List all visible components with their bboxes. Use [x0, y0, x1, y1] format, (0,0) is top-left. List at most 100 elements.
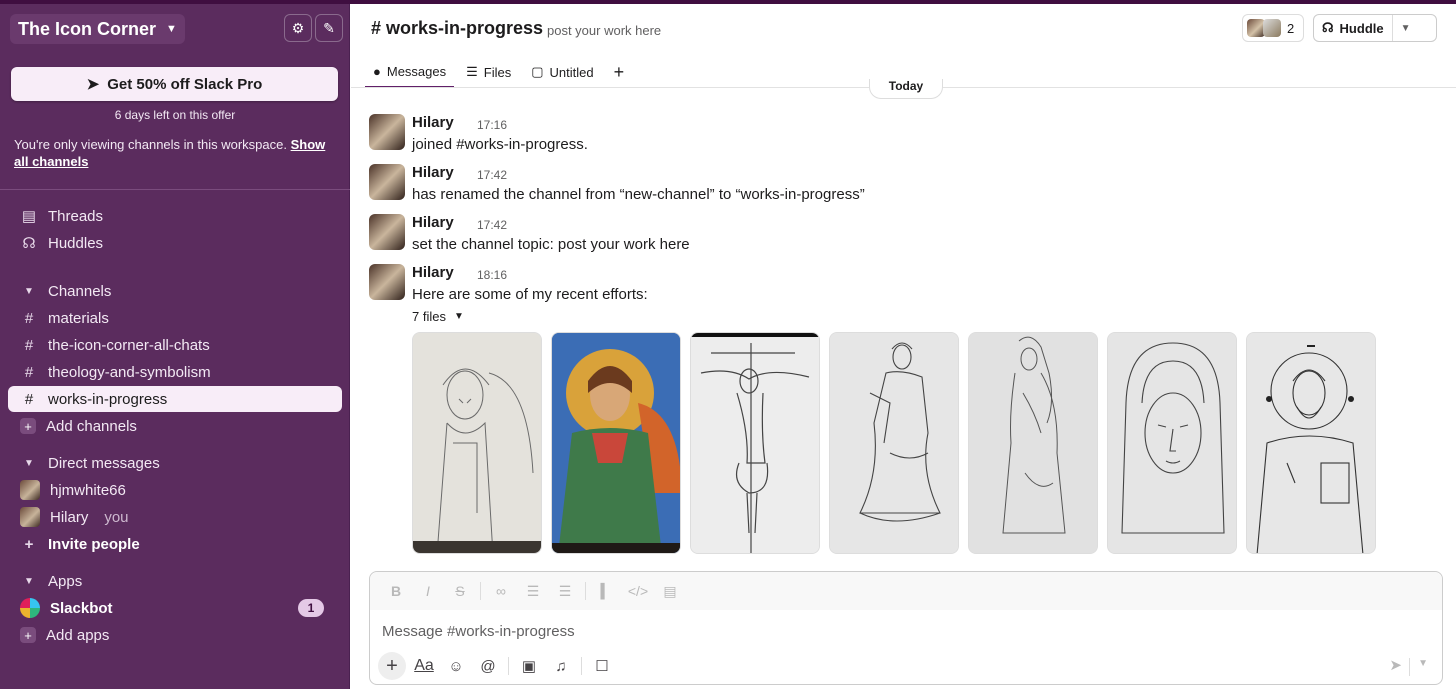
channel-name: theology-and-symbolism: [48, 363, 211, 381]
message-time[interactable]: 17:42: [477, 218, 507, 232]
huddle-button[interactable]: ☊ Huddle ▼: [1313, 14, 1437, 42]
message-author[interactable]: Hilary: [412, 214, 454, 231]
sidebar-divider: [0, 189, 350, 190]
channel-name: materials: [48, 309, 109, 327]
code-block-icon[interactable]: ▤: [656, 577, 684, 605]
file-thumbnail-virgin-standing-sketch[interactable]: [968, 332, 1098, 554]
file-thumbnail-virgin-face-sketch[interactable]: [1107, 332, 1237, 554]
chevron-down-icon[interactable]: ▼: [1418, 658, 1428, 669]
huddle-start[interactable]: ☊ Huddle: [1314, 15, 1393, 41]
add-apps-button[interactable]: + Add apps: [8, 622, 342, 648]
compose-icon: ✎: [323, 19, 335, 36]
microphone-icon[interactable]: ♫: [547, 652, 575, 680]
invite-label: Invite people: [48, 535, 140, 553]
sidebar-item-huddles[interactable]: ☊ Huddles: [8, 230, 342, 256]
sidebar-item-dm[interactable]: hjmwhite66: [8, 477, 342, 503]
sidebar-item-channel-active[interactable]: # works-in-progress: [8, 386, 342, 412]
plus-icon[interactable]: +: [378, 652, 406, 680]
blockquote-icon[interactable]: ▍: [592, 577, 620, 605]
bold-icon[interactable]: B: [382, 577, 410, 605]
avatar[interactable]: [369, 114, 405, 150]
message-author[interactable]: Hilary: [412, 114, 454, 131]
sidebar-item-threads[interactable]: ▤ Threads: [8, 203, 342, 229]
formatting-toolbar: B I S ∞ ☰ ☰ ▍ </> ▤: [370, 572, 1442, 610]
saint-sketch-image: [830, 333, 958, 553]
file-thumbnail-pantocrator-sketch[interactable]: [1246, 332, 1376, 554]
channel-name: works-in-progress: [48, 390, 168, 408]
hash-icon: #: [24, 363, 34, 381]
workspace-switcher[interactable]: The Icon Corner ▼: [10, 14, 185, 44]
file-thumbnail-crucifixion-sketch[interactable]: [690, 332, 820, 554]
huddle-label: Huddle: [1339, 20, 1384, 36]
promo-label: Get 50% off Slack Pro: [107, 75, 263, 93]
link-icon[interactable]: ∞: [487, 577, 515, 605]
video-icon[interactable]: ▣: [515, 652, 543, 680]
caret-down-icon: ▼: [24, 575, 34, 587]
message-author[interactable]: Hilary: [412, 264, 454, 281]
dm-you-label: you: [104, 508, 129, 526]
members-button[interactable]: 2: [1242, 14, 1304, 42]
member-count: 2: [1287, 20, 1295, 36]
ordered-list-icon[interactable]: ☰: [519, 577, 547, 605]
angel-sketch-image: [413, 333, 541, 553]
bulleted-list-icon[interactable]: ☰: [551, 577, 579, 605]
add-channels-button[interactable]: + Add channels: [8, 413, 342, 439]
tab-untitled[interactable]: ▢ Untitled: [523, 56, 601, 88]
sidebar-item-channel[interactable]: # the-icon-corner-all-chats: [8, 332, 342, 358]
avatar[interactable]: [369, 164, 405, 200]
sidebar-item-channel[interactable]: # materials: [8, 305, 342, 331]
invite-people-button[interactable]: + Invite people: [8, 531, 342, 557]
plus-icon: +: [613, 61, 625, 82]
avatar[interactable]: [369, 214, 405, 250]
send-icon[interactable]: ➤: [1389, 656, 1402, 674]
message-input[interactable]: [382, 620, 1422, 642]
file-thumbnail-saint-sketch[interactable]: [829, 332, 959, 554]
dms-section-header[interactable]: ▼ Direct messages: [8, 450, 342, 476]
caret-down-icon: ▼: [453, 311, 464, 322]
avatar[interactable]: [369, 264, 405, 300]
date-divider-today[interactable]: Today: [869, 79, 943, 99]
compose-button[interactable]: ✎: [315, 14, 343, 42]
channels-section-header[interactable]: ▼ Channels: [8, 278, 342, 304]
sidebar-item-slackbot[interactable]: Slackbot 1: [8, 595, 342, 621]
slack-pro-offer-button[interactable]: ➤ Get 50% off Slack Pro: [11, 67, 338, 101]
strikethrough-icon[interactable]: S: [446, 577, 474, 605]
crucifixion-sketch-image: [691, 333, 819, 553]
section-label: Direct messages: [48, 454, 160, 472]
message-time[interactable]: 18:16: [477, 268, 507, 282]
sidebar-item-channel[interactable]: # theology-and-symbolism: [8, 359, 342, 385]
sidebar-item-dm[interactable]: Hilary you: [8, 504, 342, 530]
avatar: [20, 507, 40, 527]
message-text: joined #works-in-progress.: [412, 136, 588, 153]
dm-name: Hilary: [50, 508, 89, 526]
apps-section-header[interactable]: ▼ Apps: [8, 568, 342, 594]
code-icon[interactable]: </>: [624, 577, 652, 605]
message-author[interactable]: Hilary: [412, 164, 454, 181]
message-time[interactable]: 17:16: [477, 118, 507, 132]
file-thumbnail-angel-sketch[interactable]: [412, 332, 542, 554]
settings-button[interactable]: ⚙: [284, 14, 312, 42]
mention-icon[interactable]: @: [474, 652, 502, 680]
emoji-icon[interactable]: ☺: [442, 652, 470, 680]
unread-badge: 1: [298, 599, 324, 617]
message-text: set the channel topic: post your work he…: [412, 236, 690, 253]
channel-title[interactable]: # works-in-progress: [371, 18, 543, 39]
message-time[interactable]: 17:42: [477, 168, 507, 182]
add-tab-button[interactable]: +: [606, 56, 633, 88]
italic-icon[interactable]: I: [414, 577, 442, 605]
rocket-icon: ➤: [86, 76, 100, 93]
tab-label: Files: [483, 64, 512, 80]
text-format-icon[interactable]: Aa: [410, 652, 438, 680]
channel-topic[interactable]: post your work here: [547, 23, 661, 38]
pantocrator-sketch-image: [1247, 333, 1375, 553]
tab-messages[interactable]: ● Messages: [365, 56, 455, 88]
viewing-notice: You're only viewing channels in this wor…: [14, 136, 334, 170]
tab-files[interactable]: ☰ Files: [458, 56, 519, 88]
tab-label: Untitled: [549, 64, 594, 80]
threads-icon: ▤: [21, 208, 37, 225]
shortcuts-icon[interactable]: ☐: [588, 652, 616, 680]
file-thumbnail-angel-painted[interactable]: [551, 332, 681, 554]
files-toggle[interactable]: 7 files ▼: [412, 309, 464, 324]
chevron-down-icon[interactable]: ▼: [1393, 23, 1419, 34]
channel-name: the-icon-corner-all-chats: [48, 336, 210, 354]
